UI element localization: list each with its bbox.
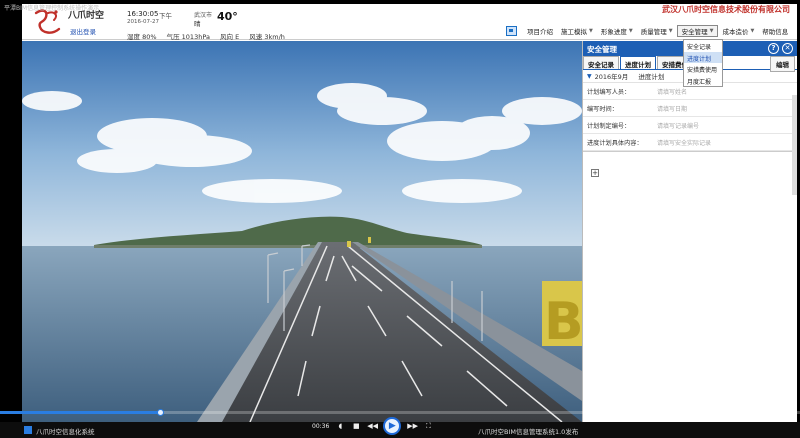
header: 八爪时空 退出登录 16:30:05 下午 2016-07-27 武汉市 晴 4… xyxy=(22,4,797,41)
date-field[interactable]: 请填写日期 xyxy=(657,104,687,113)
add-row-button[interactable]: + xyxy=(591,169,599,177)
nav-quality-mgmt[interactable]: 质量管理 ▼ xyxy=(637,25,677,37)
nav-construction-sim[interactable]: 施工模拟 ▼ xyxy=(557,25,597,37)
weather-metrics: 湿度 80% 气压 1013hPa 风向 E 风速 3km/h xyxy=(127,31,293,41)
clock-ampm: 下午 xyxy=(159,12,172,20)
play-icon[interactable]: ▶ xyxy=(383,417,402,435)
weather-condition: 晴 xyxy=(194,20,201,28)
weather-temperature: 40° xyxy=(217,10,238,23)
wind-speed-readout: 风速 3km/h xyxy=(249,33,285,41)
safety-mgmt-dropdown: 安全记录 进度计划 安措费使用 月度汇报 xyxy=(683,39,723,87)
plan-number-field[interactable]: 请填写记录编号 xyxy=(657,121,699,130)
rewind-icon[interactable]: ◀◀ xyxy=(367,421,378,431)
close-icon[interactable]: ✕ xyxy=(782,43,793,54)
media-controls: 00:36 ◖ ■ ◀◀ ▶ ▶▶ ⛶ xyxy=(312,414,433,438)
window-title: 平潭BIM信息管理控制系统操作演示 xyxy=(4,5,100,12)
tab-safety-records[interactable]: 安全记录 xyxy=(583,56,619,69)
nav-label: 形象进度 xyxy=(600,28,627,36)
volume-icon[interactable]: ◖ xyxy=(335,421,345,431)
pressure-readout: 气压 1013hPa xyxy=(166,33,210,41)
edit-button[interactable]: 编辑 xyxy=(770,56,795,72)
plan-form: 计划编写人员： 请填写姓名 编写时间： 请填写日期 计划制定编号： 请填写记录编… xyxy=(583,83,797,152)
fullscreen-icon[interactable]: ⛶ xyxy=(423,421,433,431)
fast-forward-icon[interactable]: ▶▶ xyxy=(407,421,418,431)
scene-canvas: B xyxy=(22,41,582,422)
home-icon[interactable] xyxy=(506,26,517,36)
progress-fill xyxy=(0,411,160,414)
chevron-down-icon: ▼ xyxy=(628,28,633,34)
stop-icon[interactable]: ■ xyxy=(351,421,361,431)
form-label: 计划编写人员： xyxy=(587,88,631,96)
company-name: 武汉八爪时空信息技术股份有限公司 xyxy=(662,5,790,14)
clock-time: 16:30:05 xyxy=(127,10,159,18)
nav-label: 项目介绍 xyxy=(527,28,553,36)
playback-time: 00:36 xyxy=(312,422,330,430)
author-field[interactable]: 请填写姓名 xyxy=(657,87,687,96)
dropdown-item-safety-records[interactable]: 安全记录 xyxy=(684,40,722,52)
dropdown-item-safety-fee[interactable]: 安措费使用 xyxy=(684,63,722,75)
form-label: 进度计划具体内容： xyxy=(587,139,643,147)
nav-label: 帮助信息 xyxy=(762,28,789,36)
plan-content-field[interactable]: 请填写安全实际记录 xyxy=(657,138,711,147)
nav-image-progress[interactable]: 形象进度 ▼ xyxy=(597,25,637,37)
main-nav: 项目介绍 施工模拟 ▼ 形象进度 ▼ 质量管理 ▼ 安全管理 ▼ 成本造价 ▼ 帮助信息 xyxy=(506,25,792,37)
taskbar-window-label[interactable]: 八爪时空BIM信息管理系统1.0发布 xyxy=(478,426,578,436)
window-frame-left xyxy=(0,0,22,438)
panel-scrollbar[interactable] xyxy=(792,95,797,195)
humidity-readout: 湿度 80% xyxy=(127,33,157,41)
period-plan-label: 进度计划 xyxy=(638,73,665,81)
nav-safety-mgmt[interactable]: 安全管理 ▼ xyxy=(676,25,719,37)
chevron-down-icon: ▼ xyxy=(750,28,755,34)
dropdown-item-monthly-report[interactable]: 月度汇报 xyxy=(684,75,722,87)
nav-label: 成本造价 xyxy=(722,28,749,36)
sign-letter: B xyxy=(544,292,582,352)
form-label: 编写时间： xyxy=(587,105,618,113)
bridge-3d-view[interactable]: B xyxy=(22,41,582,422)
form-row: 编写时间： 请填写日期 xyxy=(583,100,797,117)
nav-help[interactable]: 帮助信息 xyxy=(758,25,792,37)
form-row: 进度计划具体内容： 请填写安全实际记录 xyxy=(583,134,797,151)
chevron-down-icon: ▼ xyxy=(668,28,673,34)
chevron-down-icon: ▼ xyxy=(709,28,714,34)
nav-label: 质量管理 xyxy=(640,28,667,36)
progress-thumb[interactable] xyxy=(157,409,164,416)
app-root: 平潭BIM信息管理控制系统操作演示 八爪时空 退出登录 16:30:05 下午 … xyxy=(0,0,800,438)
taskbar-app-label[interactable]: 八爪时空信息化系统 xyxy=(36,426,95,436)
help-icon[interactable]: ? xyxy=(768,43,779,54)
nav-project-intro[interactable]: 项目介绍 xyxy=(523,25,557,37)
nav-label: 施工模拟 xyxy=(561,28,587,36)
clock-date: 2016-07-27 xyxy=(127,19,159,25)
chevron-down-icon: ▼ xyxy=(589,28,593,34)
app-icon[interactable] xyxy=(24,426,32,434)
dropdown-item-progress-plan[interactable]: 进度计划 xyxy=(684,51,722,63)
wind-direction-readout: 风向 E xyxy=(220,33,240,41)
form-row: 计划制定编号： 请填写记录编号 xyxy=(583,117,797,134)
tab-progress-plan[interactable]: 进度计划 xyxy=(620,56,656,69)
chevron-down-icon: ▼ xyxy=(587,72,592,80)
form-label: 计划制定编号： xyxy=(587,122,631,130)
panel-title: 安全管理 xyxy=(587,45,617,54)
logout-link[interactable]: 退出登录 xyxy=(70,26,96,36)
nav-label: 安全管理 xyxy=(681,28,708,36)
period-month: 2016年9月 xyxy=(594,73,629,81)
nav-cost[interactable]: 成本造价 ▼ xyxy=(718,25,758,37)
safety-management-panel: 安全管理 ? ✕ 安全记录 进度计划 安措费使 报 编辑 ▼ 2016年9月 进… xyxy=(582,41,797,422)
